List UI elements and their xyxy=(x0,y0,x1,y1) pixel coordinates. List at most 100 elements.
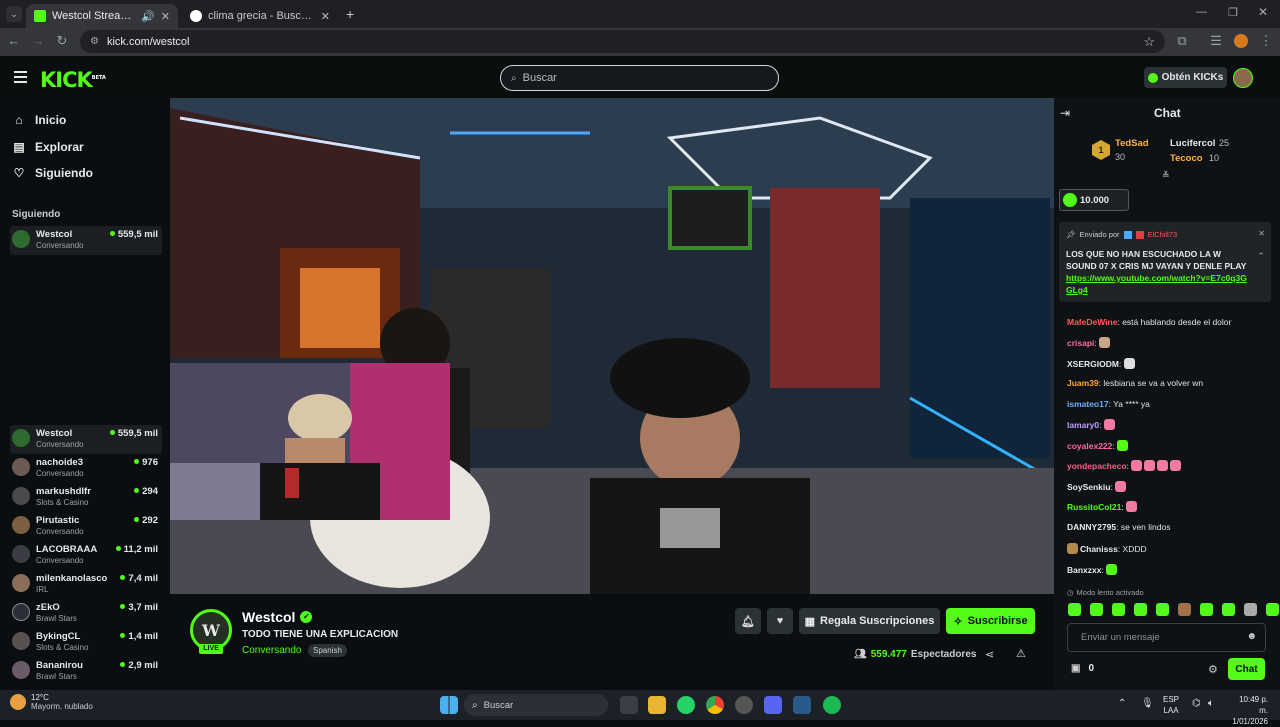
tray-chevron-icon[interactable]: ⌃ xyxy=(1118,698,1126,709)
channel-name[interactable]: Westcol ✓ xyxy=(242,609,313,625)
emote-icon[interactable] xyxy=(1222,603,1235,616)
chat-username[interactable]: Juam39 xyxy=(1067,378,1099,388)
report-icon[interactable]: ⚠ xyxy=(1016,647,1026,660)
sidebar-channel[interactable]: LACOBRAAA Conversando 11,2 mil xyxy=(10,541,162,570)
microphone-icon[interactable]: 🎙︎ xyxy=(1141,698,1154,709)
site-info-icon[interactable]: ⚙ xyxy=(90,36,99,47)
subscribe-button[interactable]: ✧ Suscribirse xyxy=(946,608,1035,634)
volume-icon[interactable]: 🔈︎ xyxy=(1208,698,1214,709)
whatsapp-icon[interactable] xyxy=(677,696,695,714)
clock[interactable]: 10:49 p. m. 1/01/2026 xyxy=(1228,694,1268,727)
chat-message-input[interactable]: Enviar un mensaje ☻ xyxy=(1067,623,1266,652)
speaker-icon[interactable]: 🔊 xyxy=(141,10,155,23)
emote-icon[interactable] xyxy=(1112,603,1125,616)
unpin-icon[interactable]: ✕ xyxy=(1258,229,1265,238)
close-tab-icon[interactable]: ✕ xyxy=(321,10,330,23)
hamburger-menu-icon[interactable] xyxy=(14,71,27,83)
emote-icon[interactable] xyxy=(1068,603,1081,616)
extensions-icon[interactable]: ⧉ xyxy=(1174,33,1190,49)
collapse-chat-icon[interactable]: ⇥ xyxy=(1060,106,1070,120)
sidebar-channel[interactable]: milenkanolasco IRL 7,4 mil xyxy=(10,570,162,599)
sidebar-channel-westcol-2[interactable]: Westcol Conversando 559,5 mil xyxy=(10,425,162,454)
kicks-gift-badge[interactable]: 10.000 xyxy=(1059,189,1129,211)
back-icon[interactable]: ← xyxy=(6,33,22,48)
chat-username[interactable]: ismateo17 xyxy=(1067,399,1109,409)
chat-username[interactable]: yondepacheco xyxy=(1067,461,1127,471)
language-indicator[interactable]: ESP LAA xyxy=(1163,694,1179,716)
nav-following[interactable]: ♡ Siguiendo xyxy=(12,166,93,180)
tab-search-icon[interactable]: ⌄ xyxy=(6,6,22,22)
chat-username[interactable]: crisapi xyxy=(1067,338,1094,348)
reading-list-icon[interactable]: ☰ xyxy=(1208,33,1224,49)
browser-tab-westcol[interactable]: Westcol Stream - Watch Live 🔊 ✕ xyxy=(26,4,178,28)
sidebar-channel[interactable]: BykingCL Slots & Casino 1,4 mil xyxy=(10,628,162,657)
user-avatar[interactable] xyxy=(1233,68,1253,88)
reload-icon[interactable]: ↻ xyxy=(54,33,70,49)
sidebar-channel[interactable]: Pirutastic Conversando 292 xyxy=(10,512,162,541)
minimize-icon[interactable]: — xyxy=(1196,6,1207,18)
profile-avatar[interactable] xyxy=(1234,34,1248,48)
app-icon[interactable] xyxy=(735,696,753,714)
follow-button[interactable]: ♥ xyxy=(767,608,793,634)
emote-icon[interactable] xyxy=(1266,603,1279,616)
bookmark-star-icon[interactable]: ☆ xyxy=(1143,34,1155,50)
restore-icon[interactable]: ❐ xyxy=(1228,6,1238,19)
spotify-icon[interactable] xyxy=(823,696,841,714)
sidebar-channel-westcol[interactable]: Westcol Conversando 559,5 mil xyxy=(10,226,162,255)
chat-username[interactable]: XSERGIODM xyxy=(1067,359,1119,369)
emote-icon[interactable] xyxy=(1134,603,1147,616)
sidebar-channel[interactable]: Bananirou Brawl Stars 2,9 mil xyxy=(10,657,162,686)
get-kicks-button[interactable]: Obtén KICKs xyxy=(1144,67,1227,88)
video-player[interactable] xyxy=(170,98,1054,594)
chat-username[interactable]: SoySenkiu xyxy=(1067,482,1110,492)
leaderboard-user[interactable]: TedSad xyxy=(1115,138,1149,149)
chat-username[interactable]: Banxzxx xyxy=(1067,565,1102,575)
leaderboard-user[interactable]: Tecoco xyxy=(1170,153,1203,164)
language-tag[interactable]: Spanish xyxy=(308,644,347,657)
chat-username[interactable]: DANNY2795 xyxy=(1067,522,1116,532)
send-chat-button[interactable]: Chat xyxy=(1228,658,1265,680)
kick-points[interactable]: ▣ 0 xyxy=(1071,663,1094,674)
browser-menu-icon[interactable]: ⋮ xyxy=(1258,33,1274,49)
new-tab-icon[interactable]: + xyxy=(346,6,354,22)
emoji-picker-icon[interactable]: ☻ xyxy=(1246,631,1257,642)
share-icon[interactable]: ⋖ xyxy=(985,648,994,661)
emote-icon[interactable] xyxy=(1178,603,1191,616)
stream-category-link[interactable]: Conversando xyxy=(242,645,301,656)
nav-home[interactable]: ⌂ Inicio xyxy=(12,113,66,127)
network-icon[interactable]: ⌬ xyxy=(1192,698,1201,709)
close-window-icon[interactable]: ✕ xyxy=(1258,5,1268,19)
address-bar[interactable]: ⚙ kick.com/westcol ☆ xyxy=(80,30,1165,53)
sidebar-channel[interactable]: nachoide3 Conversando 976 xyxy=(10,454,162,483)
close-tab-icon[interactable]: ✕ xyxy=(161,10,170,23)
windows-start-icon[interactable] xyxy=(440,696,458,714)
emote-icon[interactable] xyxy=(1244,603,1257,616)
leaderboard-user[interactable]: Lucifercol xyxy=(1170,138,1215,149)
chat-username[interactable]: lamary0 xyxy=(1067,420,1099,430)
collapse-pinned-icon[interactable]: ⌃ xyxy=(1257,251,1265,262)
emote-icon[interactable] xyxy=(1090,603,1103,616)
browser-tab-google[interactable]: clima grecia - Buscar con Google ✕ xyxy=(182,4,338,28)
chrome-icon[interactable] xyxy=(706,696,724,714)
pinned-link[interactable]: https://www.youtube.com/watch?v=E7c0q3GG… xyxy=(1066,273,1247,295)
app-icon[interactable] xyxy=(793,696,811,714)
forward-icon[interactable]: → xyxy=(30,33,46,48)
taskbar-search[interactable]: ⌕ Buscar xyxy=(464,694,608,716)
sidebar-channel[interactable]: markushdlfr Slots & Casino 294 xyxy=(10,483,162,512)
pinned-by-user[interactable]: ElChill73 xyxy=(1148,230,1178,239)
chat-username[interactable]: coyalex222 xyxy=(1067,441,1112,451)
gift-subs-button[interactable]: ▦ Regala Suscripciones xyxy=(799,608,940,634)
sidebar-channel[interactable]: zEkO Brawl Stars 3,7 mil xyxy=(10,599,162,628)
notifications-button[interactable]: 🔔︎ xyxy=(735,608,761,634)
search-input[interactable]: ⌕ Buscar xyxy=(500,65,779,91)
chat-settings-icon[interactable]: ⚙ xyxy=(1208,663,1218,676)
expand-leaderboard-icon[interactable]: ≚ xyxy=(1162,170,1170,181)
nav-explore[interactable]: ▤ Explorar xyxy=(12,140,83,154)
chat-username[interactable]: RussitoCol21 xyxy=(1067,502,1121,512)
task-view-icon[interactable] xyxy=(620,696,638,714)
emote-icon[interactable] xyxy=(1200,603,1213,616)
emote-icon[interactable] xyxy=(1156,603,1169,616)
weather-widget[interactable]: 12°C Mayorm. nublado xyxy=(10,693,93,711)
kick-logo[interactable]: KICKBETA xyxy=(40,68,106,92)
discord-icon[interactable] xyxy=(764,696,782,714)
